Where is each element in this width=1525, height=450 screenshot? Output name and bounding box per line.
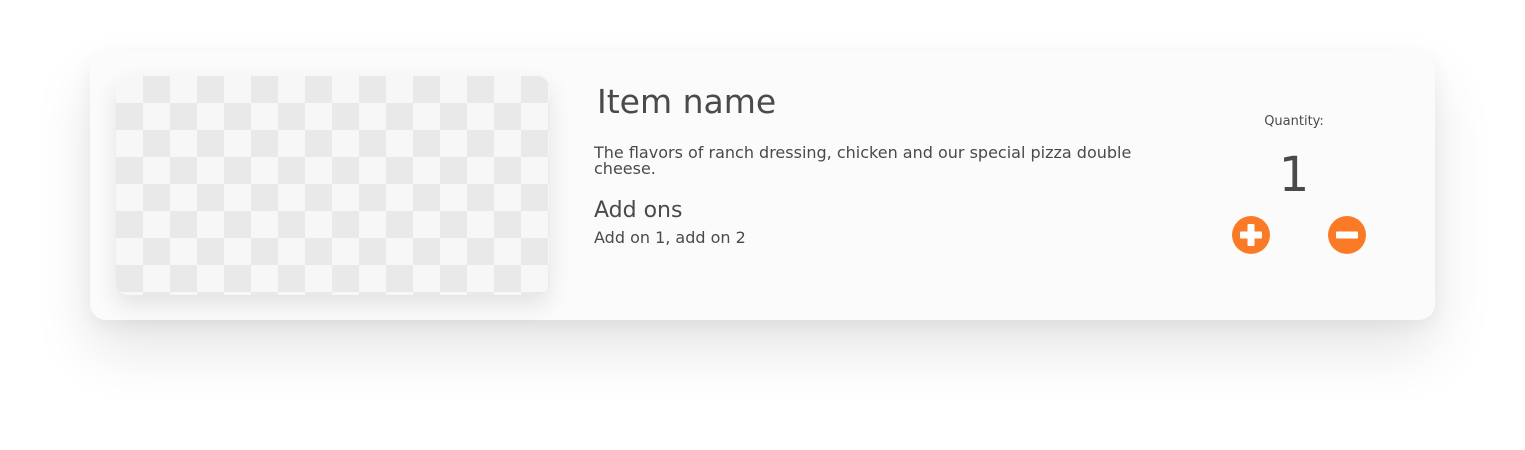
quantity-value: 1	[1278, 147, 1310, 203]
item-name: Item name	[597, 82, 777, 121]
item-description: The flavors of ranch dressing, chicken a…	[594, 143, 1132, 178]
item-image-placeholder	[116, 76, 549, 295]
minus-circle-icon	[1328, 216, 1366, 254]
addons-title: Add ons	[594, 198, 683, 223]
plus-circle-icon	[1232, 216, 1270, 254]
cart-item-card: Item name The flavors of ranch dressing,…	[90, 52, 1435, 320]
quantity-label: Quantity:	[1264, 114, 1324, 129]
increase-quantity-button[interactable]	[1232, 216, 1270, 254]
addons-list: Add on 1, add on 2	[594, 228, 746, 247]
decrease-quantity-button[interactable]	[1328, 216, 1366, 254]
item-info: Item name The flavors of ranch dressing,…	[594, 80, 1154, 249]
